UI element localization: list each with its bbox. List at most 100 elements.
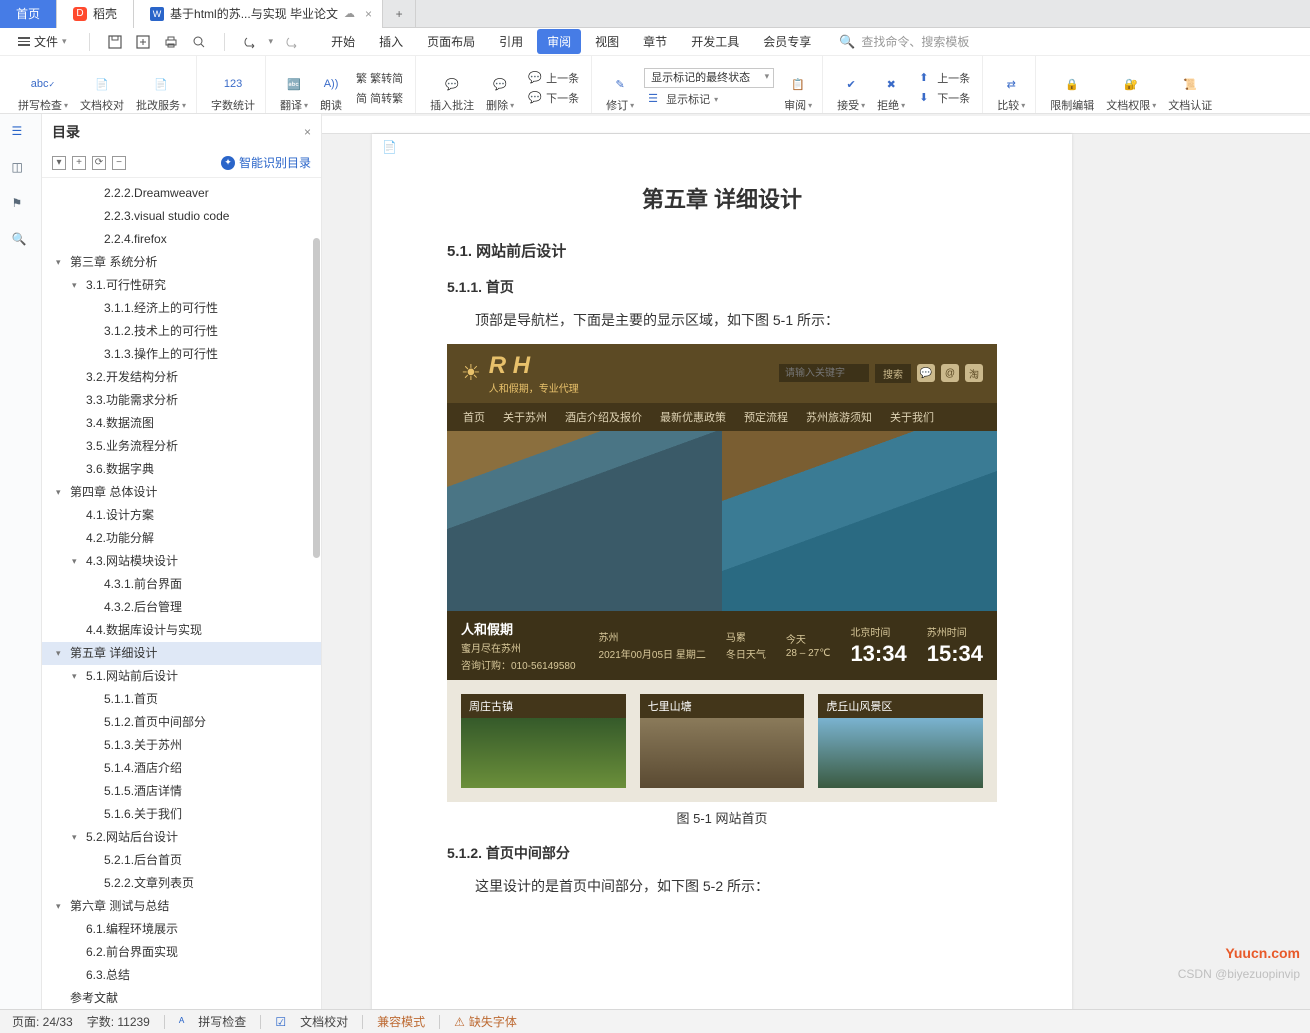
markup-view-select[interactable]: 显示标记的最终状态 (644, 68, 774, 88)
toc-item[interactable]: 3.5.业务流程分析 (42, 435, 321, 458)
toc-item[interactable]: ▾3.1.可行性研究 (42, 274, 321, 297)
document-viewport[interactable]: 📄 第五章 详细设计 5.1. 网站前后设计 5.1.1. 首页 顶部是导航栏，… (322, 114, 1310, 1009)
toc-item[interactable]: 2.2.4.firefox (42, 228, 321, 251)
toc-item[interactable]: 3.6.数据字典 (42, 458, 321, 481)
toc-item[interactable]: 4.1.设计方案 (42, 504, 321, 527)
toc-item[interactable]: 4.3.1.前台界面 (42, 573, 321, 596)
chevron-down-icon[interactable]: ▾ (72, 552, 82, 571)
next-change[interactable]: ⬇下一条 (915, 89, 974, 107)
tab-new[interactable]: + (383, 0, 416, 28)
toc-expand[interactable]: + (72, 156, 86, 170)
toc-item[interactable]: 5.1.3.关于苏州 (42, 734, 321, 757)
word-count-button[interactable]: 123字数统计 (209, 63, 257, 113)
ribbon-tab-6[interactable]: 章节 (633, 29, 677, 54)
toc-item[interactable]: 3.2.开发结构分析 (42, 366, 321, 389)
chevron-down-icon[interactable]: ▾ (56, 483, 66, 502)
undo-icon[interactable] (241, 33, 259, 51)
spell-status[interactable]: 拼写检查 (198, 1013, 246, 1030)
toc-item[interactable]: 5.1.1.首页 (42, 688, 321, 711)
chevron-down-icon[interactable]: ▾ (56, 897, 66, 916)
tab-home[interactable]: 首页 (0, 0, 57, 28)
toc-item[interactable]: 3.1.1.经济上的可行性 (42, 297, 321, 320)
card[interactable]: 七里山塘 (640, 694, 805, 788)
toc-item[interactable]: 参考文献 (42, 987, 321, 1009)
accept-button[interactable]: ✔接受▾ (835, 63, 867, 113)
print-icon[interactable] (162, 33, 180, 51)
toc-collapse[interactable]: − (112, 156, 126, 170)
page-number[interactable]: 页面: 24/33 (12, 1013, 73, 1030)
translate-button[interactable]: 🔤翻译▾ (278, 63, 310, 113)
toc-smart-detect[interactable]: ✦智能识别目录 (221, 154, 311, 171)
missing-fonts[interactable]: ⚠缺失字体 (454, 1013, 517, 1030)
ribbon-tab-3[interactable]: 引用 (489, 29, 533, 54)
ribbon-tab-8[interactable]: 会员专享 (753, 29, 821, 54)
site-search-button[interactable]: 搜索 (875, 364, 911, 383)
wechat-icon[interactable]: 💬 (917, 364, 935, 382)
trad-to-simp[interactable]: 繁 繁转简 (352, 69, 407, 87)
ribbon-tab-2[interactable]: 页面布局 (417, 29, 485, 54)
delete-comment-button[interactable]: 💬删除▾ (484, 63, 516, 113)
site-search-input[interactable] (779, 364, 869, 382)
toc-item[interactable]: 2.2.2.Dreamweaver (42, 182, 321, 205)
toc-item[interactable]: 2.2.3.visual studio code (42, 205, 321, 228)
simp-to-trad[interactable]: 简 简转繁 (352, 89, 407, 107)
toc-close-icon[interactable]: × (304, 125, 311, 139)
doc-perm-button[interactable]: 🔐文档权限▾ (1104, 63, 1158, 113)
toc-item[interactable]: ▾第六章 测试与总结 (42, 895, 321, 918)
tab-close[interactable]: × (361, 7, 376, 21)
tab-daoqiao[interactable]: D稻壳 (57, 0, 134, 28)
file-menu[interactable]: 文件 ▾ (12, 33, 73, 50)
toc-collapse-all[interactable]: ▾ (52, 156, 66, 170)
chevron-down-icon[interactable]: ▾ (56, 644, 66, 663)
card[interactable]: 虎丘山风景区 (818, 694, 983, 788)
toc-item[interactable]: 4.2.功能分解 (42, 527, 321, 550)
toc-item[interactable]: ▾第四章 总体设计 (42, 481, 321, 504)
toc-item[interactable]: 5.1.2.首页中间部分 (42, 711, 321, 734)
toc-item[interactable]: ▾4.3.网站模块设计 (42, 550, 321, 573)
toc-item[interactable]: 4.4.数据库设计与实现 (42, 619, 321, 642)
insert-comment-button[interactable]: 💬插入批注 (428, 63, 476, 113)
toc-item[interactable]: 3.4.数据流图 (42, 412, 321, 435)
doc-cert-button[interactable]: 📜文档认证 (1166, 63, 1214, 113)
flag-icon[interactable]: ⚑ (12, 196, 30, 214)
site-nav-item[interactable]: 预定流程 (744, 409, 788, 425)
read-aloud-button[interactable]: A))朗读 (318, 63, 344, 113)
revision-service-button[interactable]: 📄批改服务▾ (134, 63, 188, 113)
chevron-down-icon[interactable]: ▾ (72, 667, 82, 686)
check-status[interactable]: 文档校对 (300, 1013, 348, 1030)
toc-refresh[interactable]: ⟳ (92, 156, 106, 170)
search-icon[interactable]: 🔍 (12, 232, 30, 250)
toc-item[interactable]: ▾5.2.网站后台设计 (42, 826, 321, 849)
track-changes-button[interactable]: ✎修订▾ (604, 63, 636, 113)
toc-item[interactable]: 5.2.1.后台首页 (42, 849, 321, 872)
chevron-down-icon[interactable]: ▾ (56, 253, 66, 272)
ribbon-tab-1[interactable]: 插入 (369, 29, 413, 54)
chevron-down-icon[interactable]: ▾ (72, 276, 82, 295)
toc-scrollbar[interactable] (311, 178, 321, 1009)
ribbon-tab-4[interactable]: 审阅 (537, 29, 581, 54)
save-icon[interactable] (106, 33, 124, 51)
doc-check-button[interactable]: 📄文档校对 (78, 63, 126, 113)
toc-item[interactable]: 3.1.2.技术上的可行性 (42, 320, 321, 343)
ribbon-tab-7[interactable]: 开发工具 (681, 29, 749, 54)
review-pane-button[interactable]: 📋审阅▾ (782, 63, 814, 113)
card[interactable]: 周庄古镇 (461, 694, 626, 788)
print-preview-icon[interactable] (190, 33, 208, 51)
site-nav-item[interactable]: 酒店介绍及报价 (565, 409, 642, 425)
toc-item[interactable]: 3.1.3.操作上的可行性 (42, 343, 321, 366)
toc-item[interactable]: 5.1.6.关于我们 (42, 803, 321, 826)
tab-document[interactable]: W 基于html的苏...与实现 毕业论文 ☁ × (134, 0, 383, 28)
ribbon-tab-0[interactable]: 开始 (321, 29, 365, 54)
chevron-down-icon[interactable]: ▾ (72, 828, 82, 847)
ribbon-tab-5[interactable]: 视图 (585, 29, 629, 54)
restrict-edit-button[interactable]: 🔒限制编辑 (1048, 63, 1096, 113)
word-count[interactable]: 字数: 11239 (87, 1013, 150, 1030)
toc-item[interactable]: 5.2.2.文章列表页 (42, 872, 321, 895)
toc-item[interactable]: 5.1.5.酒店详情 (42, 780, 321, 803)
toc-item[interactable]: 5.1.4.酒店介绍 (42, 757, 321, 780)
save-as-icon[interactable] (134, 33, 152, 51)
toc-item[interactable]: 6.1.编程环境展示 (42, 918, 321, 941)
site-nav-item[interactable]: 关于我们 (890, 409, 934, 425)
toc-item[interactable]: 3.3.功能需求分析 (42, 389, 321, 412)
next-comment[interactable]: 💬下一条 (524, 89, 583, 107)
